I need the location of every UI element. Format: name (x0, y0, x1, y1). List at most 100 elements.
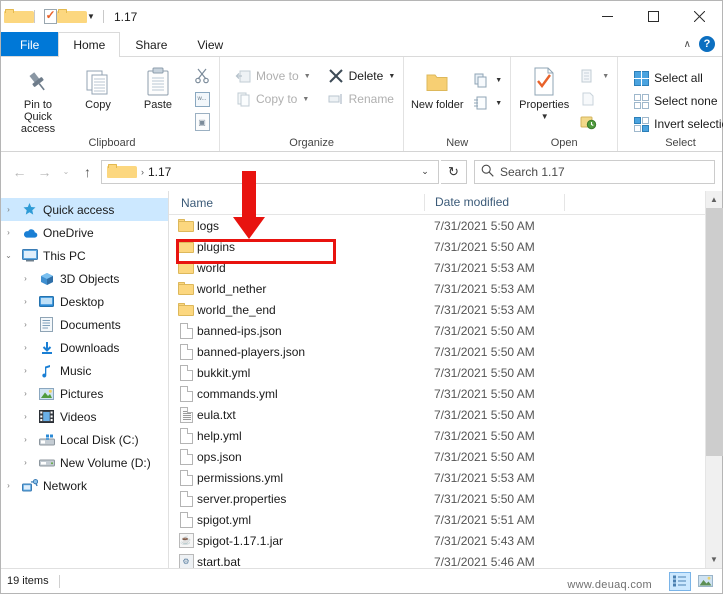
sidebar-item-downloads[interactable]: › Downloads (1, 336, 168, 359)
scroll-up-arrow-icon[interactable]: ▲ (706, 191, 723, 208)
sidebar-item-documents[interactable]: › Documents (1, 313, 168, 336)
minimize-button[interactable] (584, 1, 630, 32)
chevron-right-icon[interactable]: › (18, 274, 33, 283)
file-rows[interactable]: logs 7/31/2021 5:50 AM plugins 7/31/2021… (169, 215, 705, 568)
table-row[interactable]: help.yml 7/31/2021 5:50 AM (169, 425, 705, 446)
chevron-right-icon[interactable]: › (1, 228, 16, 237)
chevron-down-icon[interactable]: ▼ (602, 73, 609, 80)
new-folder-button[interactable]: New folder (408, 63, 466, 111)
forward-button[interactable]: → (33, 160, 56, 184)
chevron-down-icon[interactable]: ▼ (495, 77, 502, 84)
table-row[interactable]: world_nether 7/31/2021 5:53 AM (169, 278, 705, 299)
table-row[interactable]: permissions.yml 7/31/2021 5:53 AM (169, 467, 705, 488)
help-icon[interactable]: ? (699, 36, 715, 52)
column-header-blank[interactable] (564, 194, 705, 211)
sidebar-item-new-volume-d[interactable]: › New Volume (D:) (1, 451, 168, 474)
scroll-down-arrow-icon[interactable]: ▼ (706, 551, 723, 568)
column-header-name[interactable]: Name (169, 196, 424, 210)
select-all-button[interactable]: Select all (628, 67, 723, 89)
scrollbar-track[interactable] (705, 208, 723, 551)
sidebar-item-3d-objects[interactable]: › 3D Objects (1, 267, 168, 290)
search-input[interactable]: Search 1.17 (474, 159, 715, 184)
sidebar-item-local-disk-c[interactable]: › Local Disk (C:) (1, 428, 168, 451)
rename-button[interactable]: Rename (323, 88, 400, 110)
tab-file[interactable]: File (1, 32, 59, 56)
chevron-up-icon[interactable]: ∧ (684, 39, 691, 50)
chevron-down-icon[interactable]: ▼ (495, 100, 502, 107)
tab-share[interactable]: Share (120, 32, 182, 56)
sidebar-item-this-pc[interactable]: ⌄ This PC (1, 244, 168, 267)
sidebar-item-onedrive[interactable]: › OneDrive (1, 221, 168, 244)
table-row[interactable]: world_the_end 7/31/2021 5:53 AM (169, 299, 705, 320)
cut-button[interactable] (189, 65, 215, 87)
breadcrumb-item[interactable]: 1.17 (148, 165, 171, 179)
table-row[interactable]: ☕ spigot-1.17.1.jar 7/31/2021 5:43 AM (169, 530, 705, 551)
copy-button[interactable]: Copy (69, 63, 127, 111)
tab-home[interactable]: Home (58, 32, 121, 57)
easy-access-button[interactable]: ▼ (468, 92, 506, 114)
edit-button[interactable] (575, 88, 613, 110)
table-row[interactable]: spigot.yml 7/31/2021 5:51 AM (169, 509, 705, 530)
maximize-button[interactable] (630, 1, 676, 32)
chevron-down-icon[interactable]: ▼ (302, 96, 309, 103)
chevron-right-icon[interactable]: › (18, 435, 33, 444)
chevron-right-icon[interactable]: › (18, 389, 33, 398)
chevron-down-icon[interactable]: ▼ (304, 73, 311, 80)
chevron-right-icon[interactable]: › (18, 297, 33, 306)
sidebar-item-network[interactable]: › Network (1, 474, 168, 497)
new-item-button[interactable]: ▼ (468, 69, 506, 91)
copy-to-button[interactable]: Copy to ▼ (230, 88, 315, 110)
table-row[interactable]: banned-ips.json 7/31/2021 5:50 AM (169, 320, 705, 341)
table-row[interactable]: bukkit.yml 7/31/2021 5:50 AM (169, 362, 705, 383)
vertical-scrollbar[interactable]: ▲ ▼ (705, 191, 723, 568)
table-row[interactable]: logs 7/31/2021 5:50 AM (169, 215, 705, 236)
large-icons-view-button[interactable] (694, 572, 716, 591)
address-input[interactable]: › 1.17 ⌄ (101, 159, 439, 184)
select-none-button[interactable]: Select none (628, 90, 723, 112)
move-to-button[interactable]: Move to ▼ (230, 65, 315, 87)
table-row[interactable]: eula.txt 7/31/2021 5:50 AM (169, 404, 705, 425)
invert-selection-button[interactable]: Invert selection (628, 113, 723, 135)
table-row[interactable]: ⚙ start.bat 7/31/2021 5:46 AM (169, 551, 705, 568)
table-row[interactable]: server.properties 7/31/2021 5:50 AM (169, 488, 705, 509)
refresh-button[interactable]: ↻ (441, 159, 467, 184)
chevron-down-icon[interactable]: ▼ (541, 111, 549, 123)
pin-to-quick-access-button[interactable]: Pin to Quick access (9, 63, 67, 135)
table-row[interactable]: banned-players.json 7/31/2021 5:50 AM (169, 341, 705, 362)
new-folder-icon[interactable] (57, 6, 87, 28)
chevron-right-icon[interactable]: › (1, 481, 16, 490)
close-button[interactable] (676, 1, 722, 32)
sidebar-item-quick-access[interactable]: › Quick access (1, 198, 168, 221)
chevron-right-icon[interactable]: › (18, 458, 33, 467)
scrollbar-thumb[interactable] (705, 208, 723, 456)
sidebar-item-music[interactable]: › Music (1, 359, 168, 382)
properties-button[interactable]: Properties ▼ (515, 63, 573, 123)
open-button[interactable]: ▼ (575, 65, 613, 87)
chevron-right-icon[interactable]: › (18, 366, 33, 375)
copy-path-button[interactable]: w... (189, 88, 215, 110)
chevron-right-icon[interactable]: › (18, 343, 33, 352)
navigation-pane[interactable]: › Quick access › OneDrive ⌄ This PC › 3D… (1, 191, 169, 568)
chevron-right-icon[interactable]: › (18, 412, 33, 421)
recent-locations-button[interactable]: ⌄ (58, 160, 74, 184)
sidebar-item-pictures[interactable]: › Pictures (1, 382, 168, 405)
table-row[interactable]: commands.yml 7/31/2021 5:50 AM (169, 383, 705, 404)
chevron-right-icon[interactable]: › (1, 205, 16, 214)
details-view-button[interactable] (669, 571, 691, 591)
tab-view[interactable]: View (182, 32, 238, 56)
sidebar-item-videos[interactable]: › Videos (1, 405, 168, 428)
history-button[interactable] (575, 111, 613, 133)
chevron-right-icon[interactable]: › (18, 320, 33, 329)
chevron-down-icon[interactable]: ⌄ (1, 251, 16, 260)
table-row[interactable]: world 7/31/2021 5:53 AM (169, 257, 705, 278)
paste-button[interactable]: Paste (129, 63, 187, 111)
up-button[interactable]: ↑ (76, 160, 99, 184)
paste-shortcut-button[interactable]: ▣ (189, 111, 215, 133)
chevron-down-icon[interactable]: ▼ (388, 73, 395, 80)
table-row[interactable]: plugins 7/31/2021 5:50 AM (169, 236, 705, 257)
back-button[interactable]: ← (8, 160, 31, 184)
sidebar-item-desktop[interactable]: › Desktop (1, 290, 168, 313)
column-header-date-modified[interactable]: Date modified (424, 194, 564, 211)
chevron-down-icon[interactable]: ⌄ (414, 161, 436, 183)
table-row[interactable]: ops.json 7/31/2021 5:50 AM (169, 446, 705, 467)
